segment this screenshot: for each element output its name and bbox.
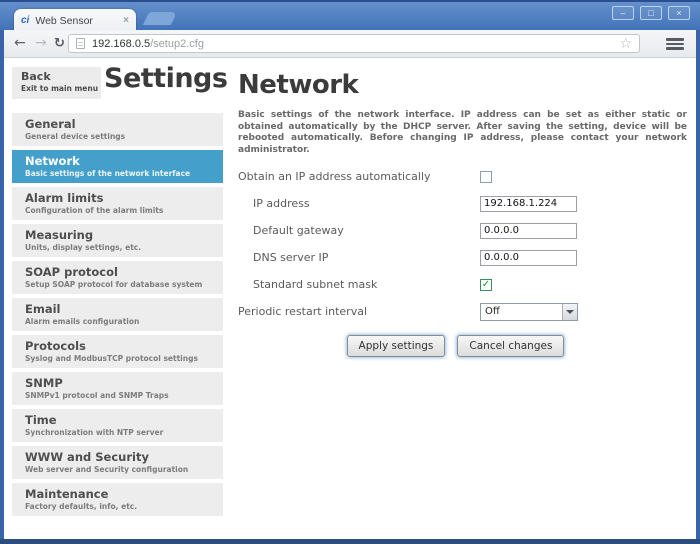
form-buttons: Apply settings Cancel changes: [238, 335, 687, 357]
field-control: [480, 250, 687, 266]
sidebar-item-protocols[interactable]: ProtocolsSyslog and ModbusTCP protocol s…: [12, 335, 223, 368]
sidebar-item-www-and-security[interactable]: WWW and SecurityWeb server and Security …: [12, 446, 223, 479]
page-content: Back Exit to main menu Settings GeneralG…: [4, 58, 696, 539]
form-row-dns-server-ip: DNS server IP: [238, 244, 687, 271]
sidebar-item-desc: Setup SOAP protocol for database system: [25, 280, 223, 289]
settings-title: Settings: [104, 63, 226, 94]
window-controls: – □ ×: [612, 6, 690, 20]
url-host: 192.168.0.5: [92, 38, 150, 50]
field-control: [480, 171, 687, 183]
address-bar[interactable]: 192.168.0.5/setup2.cfg ☆: [68, 34, 640, 53]
window-maximize-button[interactable]: □: [640, 6, 662, 20]
sidebar-item-network[interactable]: NetworkBasic settings of the network int…: [12, 150, 223, 183]
bookmark-star-icon[interactable]: ☆: [619, 37, 632, 51]
input-dns-server-ip[interactable]: [480, 250, 577, 266]
forward-nav-icon: →: [35, 35, 47, 51]
sidebar-item-general[interactable]: GeneralGeneral device settings: [12, 113, 223, 146]
field-label-default-gateway: Default gateway: [238, 224, 480, 237]
sidebar-item-desc: Units, display settings, etc.: [25, 243, 223, 252]
back-button[interactable]: Back Exit to main menu: [12, 67, 101, 99]
apply-settings-button[interactable]: Apply settings: [347, 335, 446, 357]
sidebar-item-desc: General device settings: [25, 132, 223, 141]
sidebar-item-label: Network: [25, 154, 223, 168]
page-description: Basic settings of the network interface.…: [238, 110, 687, 156]
new-tab-button[interactable]: [143, 12, 177, 25]
tab-close-icon[interactable]: ×: [123, 15, 129, 26]
form-row-periodic-restart-interval: Periodic restart intervalOff: [238, 298, 687, 325]
checkbox-standard-subnet-mask[interactable]: ✓: [480, 279, 492, 291]
window-close-button[interactable]: ×: [668, 6, 690, 20]
sidebar-item-snmp[interactable]: SNMPSNMPv1 protocol and SNMP Traps: [12, 372, 223, 405]
browser-menu-icon[interactable]: [666, 38, 684, 50]
settings-menu: GeneralGeneral device settings NetworkBas…: [12, 113, 223, 520]
input-default-gateway[interactable]: [480, 223, 577, 239]
field-label-standard-subnet-mask: Standard subnet mask: [238, 278, 480, 291]
sidebar-item-measuring[interactable]: MeasuringUnits, display settings, etc.: [12, 224, 223, 257]
browser-titlebar: ci Web Sensor × – □ ×: [0, 0, 700, 30]
sidebar-item-label: SOAP protocol: [25, 265, 223, 279]
field-control: ✓: [480, 279, 687, 291]
sidebar-item-desc: Basic settings of the network interface: [25, 169, 223, 178]
main-panel: Network Basic settings of the network in…: [238, 58, 687, 357]
field-label-obtain-an-ip-address-automatically: Obtain an IP address automatically: [238, 170, 480, 183]
form-row-obtain-an-ip-address-automatically: Obtain an IP address automatically: [238, 163, 687, 190]
tab-title: Web Sensor: [35, 15, 123, 27]
input-ip-address[interactable]: [480, 196, 577, 212]
sidebar-item-label: SNMP: [25, 376, 223, 390]
sidebar-item-desc: Synchronization with NTP server: [25, 428, 223, 437]
cancel-changes-button[interactable]: Cancel changes: [457, 335, 564, 357]
sidebar-item-label: WWW and Security: [25, 450, 223, 464]
browser-tab[interactable]: ci Web Sensor ×: [14, 9, 136, 32]
browser-window: ci Web Sensor × – □ × ← → ↻ 192.168.0.5/…: [0, 0, 700, 544]
window-bottom-border: [0, 539, 700, 544]
page-title: Network: [238, 70, 687, 100]
field-label-dns-server-ip: DNS server IP: [238, 251, 480, 264]
sidebar-item-label: General: [25, 117, 223, 131]
form-row-default-gateway: Default gateway: [238, 217, 687, 244]
checkbox-obtain-an-ip-address-automatically[interactable]: [480, 171, 492, 183]
dropdown-arrow-icon[interactable]: [562, 304, 577, 320]
sidebar-item-desc: Factory defaults, info, etc.: [25, 502, 223, 511]
sidebar-item-desc: Configuration of the alarm limits: [25, 206, 223, 215]
sidebar-item-label: Alarm limits: [25, 191, 223, 205]
window-minimize-button[interactable]: –: [612, 6, 634, 20]
back-button-label: Back: [21, 70, 101, 83]
sidebar-item-desc: Syslog and ModbusTCP protocol settings: [25, 354, 223, 363]
sidebar-item-label: Email: [25, 302, 223, 316]
sidebar-item-desc: SNMPv1 protocol and SNMP Traps: [25, 391, 223, 400]
sidebar-item-soap-protocol[interactable]: SOAP protocolSetup SOAP protocol for dat…: [12, 261, 223, 294]
comet-logo-icon: ci: [21, 15, 29, 26]
url-path: /setup2.cfg: [150, 38, 204, 50]
sidebar-item-time[interactable]: TimeSynchronization with NTP server: [12, 409, 223, 442]
back-button-sublabel: Exit to main menu: [21, 84, 101, 93]
sidebar-item-desc: Web server and Security configuration: [25, 465, 223, 474]
back-nav-icon[interactable]: ←: [14, 35, 26, 51]
network-form: Obtain an IP address automatically IP add…: [238, 163, 687, 325]
sidebar-item-email[interactable]: EmailAlarm emails configuration: [12, 298, 223, 331]
refresh-icon[interactable]: ↻: [54, 36, 65, 52]
field-control: Off: [480, 303, 687, 321]
sidebar-item-label: Protocols: [25, 339, 223, 353]
sidebar-item-maintenance[interactable]: MaintenanceFactory defaults, info, etc.: [12, 483, 223, 516]
field-label-periodic-restart-interval: Periodic restart interval: [238, 305, 480, 318]
sidebar-item-alarm-limits[interactable]: Alarm limitsConfiguration of the alarm l…: [12, 187, 223, 220]
select-value: Off: [481, 306, 562, 317]
sidebar-item-label: Maintenance: [25, 487, 223, 501]
sidebar-item-desc: Alarm emails configuration: [25, 317, 223, 326]
field-control: [480, 223, 687, 239]
sidebar-item-label: Measuring: [25, 228, 223, 242]
field-label-ip-address: IP address: [238, 197, 480, 210]
browser-navbar: ← → ↻ 192.168.0.5/setup2.cfg ☆: [4, 30, 696, 58]
form-row-ip-address: IP address: [238, 190, 687, 217]
form-row-standard-subnet-mask: Standard subnet mask✓: [238, 271, 687, 298]
page-document-icon: [76, 38, 85, 49]
field-control: [480, 196, 687, 212]
sidebar-item-label: Time: [25, 413, 223, 427]
select-periodic-restart-interval[interactable]: Off: [480, 303, 578, 321]
